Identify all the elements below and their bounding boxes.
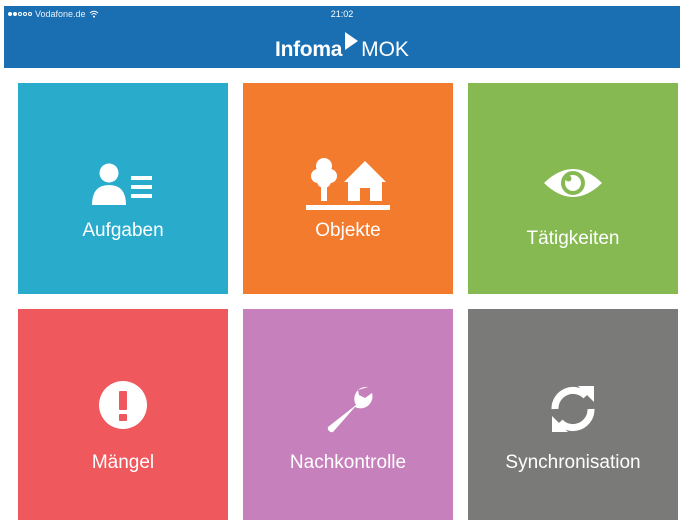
status-time: 21:02 xyxy=(330,9,354,19)
brand-name: Infoma xyxy=(275,38,343,61)
tree-house-icon xyxy=(243,157,453,215)
tile-label: Aufgaben xyxy=(82,220,164,241)
tile-aufgaben[interactable]: Aufgaben xyxy=(18,83,228,294)
exclamation-circle-icon xyxy=(18,381,228,429)
app-header: Vodafone.de 21:02 Infoma MOK xyxy=(4,6,680,68)
eye-icon xyxy=(468,165,678,201)
person-list-icon xyxy=(18,163,228,207)
tile-label: Mängel xyxy=(91,452,155,473)
logo-arrow-icon xyxy=(345,32,359,50)
tile-nachkontrolle[interactable]: Nachkontrolle xyxy=(243,309,453,520)
tile-label: Tätigkeiten xyxy=(526,228,620,249)
wrench-icon xyxy=(243,383,453,435)
tile-maengel[interactable]: Mängel xyxy=(18,309,228,520)
app-screen: Vodafone.de 21:02 Infoma MOK Aufgaben Ob… xyxy=(0,0,684,521)
sync-icon xyxy=(468,382,678,436)
tile-taetigkeiten[interactable]: Tätigkeiten xyxy=(468,83,678,294)
tile-objekte[interactable]: Objekte xyxy=(243,83,453,294)
app-logo: Infoma MOK xyxy=(4,32,680,63)
tile-label: Nachkontrolle xyxy=(289,452,407,473)
app-name: MOK xyxy=(361,38,409,61)
tile-synchronisation[interactable]: Synchronisation xyxy=(468,309,678,520)
tile-label: Objekte xyxy=(315,220,381,241)
tile-label: Synchronisation xyxy=(505,452,641,473)
